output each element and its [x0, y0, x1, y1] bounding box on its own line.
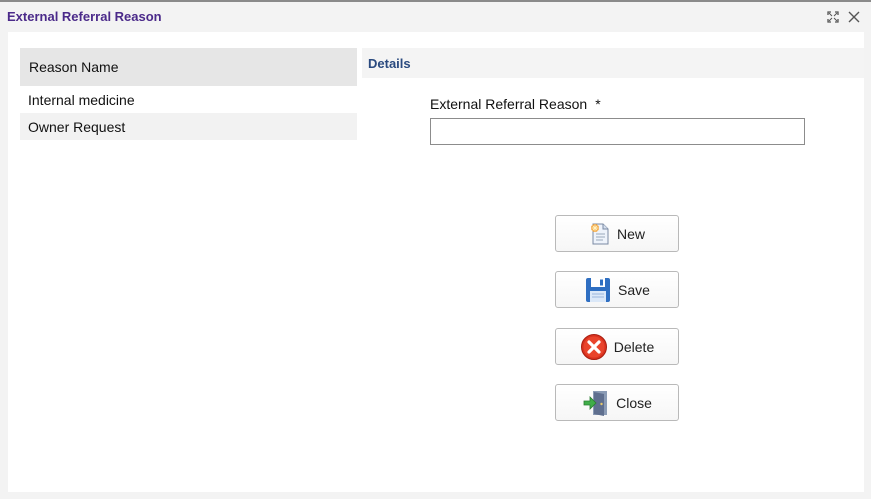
window-title: External Referral Reason — [7, 9, 162, 24]
save-floppy-icon — [584, 276, 612, 304]
close-button-label: Close — [616, 394, 652, 411]
expand-icon[interactable] — [825, 9, 841, 25]
save-button-label: Save — [618, 281, 650, 298]
reason-field-label: External Referral Reason * — [430, 96, 601, 112]
column-header-reason-name[interactable]: Reason Name — [20, 48, 357, 86]
delete-x-icon — [580, 333, 608, 361]
dialog-window: External Referral Reason Reason Name Int… — [0, 0, 871, 499]
title-bar: External Referral Reason — [0, 2, 871, 32]
close-icon[interactable] — [846, 9, 862, 25]
list-item[interactable]: Internal medicine — [20, 86, 357, 113]
close-button[interactable]: Close — [555, 384, 679, 421]
delete-button-label: Delete — [613, 338, 655, 355]
exit-door-icon — [582, 389, 610, 417]
reason-field[interactable] — [430, 118, 805, 145]
dialog-content: Reason Name Internal medicine Owner Requ… — [8, 32, 864, 492]
reason-list: Reason Name Internal medicine Owner Requ… — [20, 48, 357, 140]
new-button[interactable]: New — [555, 215, 679, 252]
delete-button[interactable]: Delete — [555, 328, 679, 365]
reason-field-label-text: External Referral Reason — [430, 96, 588, 112]
required-marker: * — [595, 96, 601, 112]
new-document-icon — [589, 222, 611, 246]
save-button[interactable]: Save — [555, 271, 679, 308]
list-item[interactable]: Owner Request — [20, 113, 357, 140]
new-button-label: New — [616, 225, 645, 242]
details-heading: Details — [362, 48, 864, 78]
